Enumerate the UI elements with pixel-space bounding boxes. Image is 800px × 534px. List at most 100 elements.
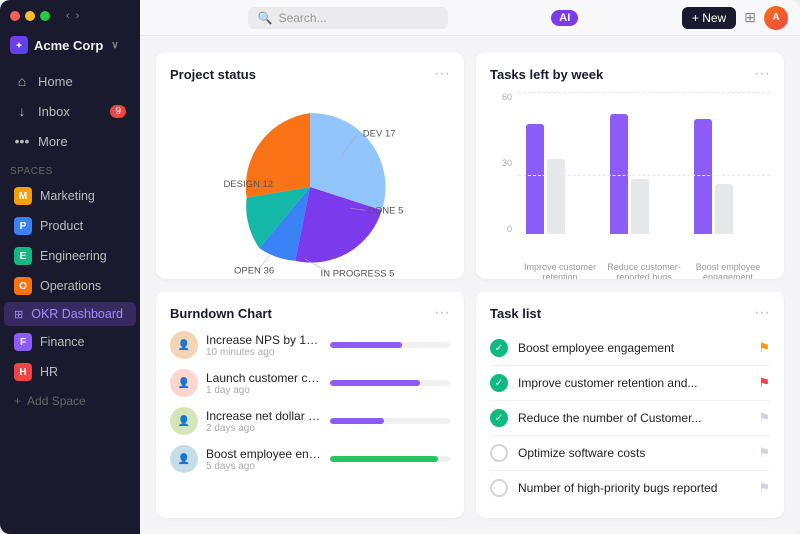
avatar[interactable]: A [764, 6, 788, 30]
flag-icon: ⚑ [758, 340, 770, 356]
card-title: Burndown Chart [170, 306, 272, 321]
card-header: Project status ··· [170, 66, 450, 82]
okr-icon: ⊞ [14, 308, 23, 321]
burndown-time: 2 days ago [206, 423, 322, 434]
task-item: ✓ Improve customer retention and... ⚑ [490, 366, 770, 401]
sidebar-item-marketing[interactable]: M Marketing [4, 182, 136, 210]
sidebar-item-engineering[interactable]: E Engineering [4, 242, 136, 270]
task-checkbox[interactable]: ✓ [490, 409, 508, 427]
task-text: Improve customer retention and... [518, 376, 748, 390]
sidebar-item-hr[interactable]: H HR [4, 358, 136, 386]
sidebar-item-okr[interactable]: ⊞ OKR Dashboard [4, 302, 136, 326]
minimize-button[interactable] [25, 11, 35, 21]
home-icon: ⌂ [14, 73, 30, 89]
ai-badge[interactable]: AI [551, 10, 578, 26]
tasks-by-week-card: Tasks left by week ··· 60 30 0 [476, 52, 784, 279]
sidebar-item-finance[interactable]: F Finance [4, 328, 136, 356]
bar-gray [631, 179, 649, 234]
card-more-button[interactable]: ··· [434, 66, 450, 82]
pie-svg: DEV 17 DONE 5 IN PROGRESS 5 OPEN 36 DESI… [170, 92, 450, 279]
y-label: 60 [490, 92, 512, 102]
maximize-button[interactable] [40, 11, 50, 21]
close-button[interactable] [10, 11, 20, 21]
space-icon-product: P [14, 217, 32, 235]
project-status-card: Project status ··· DEV 17 [156, 52, 464, 279]
chevron-down-icon: ∨ [111, 40, 118, 51]
burndown-bar-container [330, 342, 450, 348]
card-more-button[interactable]: ··· [434, 305, 450, 321]
search-bar[interactable]: 🔍 Search... [248, 7, 448, 29]
task-checkbox[interactable]: ✓ [490, 374, 508, 392]
burndown-info: Increase net dollar retention 2 days ago [206, 409, 322, 434]
bar-group-1 [518, 124, 602, 234]
pie-label-dev: DEV 17 [363, 128, 396, 139]
bar-group-2 [602, 114, 686, 234]
card-header: Tasks left by week ··· [490, 66, 770, 82]
topbar-right: + New ⊞ A [682, 6, 788, 30]
space-icon-engineering: E [14, 247, 32, 265]
card-header: Task list ··· [490, 305, 770, 321]
bar-purple [694, 119, 712, 234]
y-label: 0 [490, 224, 512, 234]
nav-arrows: ‹ › [64, 10, 81, 22]
task-checkbox[interactable]: ✓ [490, 339, 508, 357]
burndown-bar-container [330, 418, 450, 424]
new-button[interactable]: + New [682, 7, 736, 29]
burndown-info: Launch customer community 1 day ago [206, 371, 322, 396]
bar-gray [715, 184, 733, 234]
grid-line [518, 175, 770, 176]
more-icon: ••• [14, 133, 30, 149]
forward-button[interactable]: › [74, 10, 82, 22]
avatar: 👤 [170, 407, 198, 435]
card-more-button[interactable]: ··· [754, 305, 770, 321]
space-label: OKR Dashboard [31, 307, 123, 321]
task-text: Number of high-priority bugs reported [518, 481, 748, 495]
workspace-label: Acme Corp [34, 38, 103, 53]
task-checkbox[interactable] [490, 444, 508, 462]
back-button[interactable]: ‹ [64, 10, 72, 22]
dashboard: Project status ··· DEV 17 [140, 36, 800, 534]
inbox-icon: ↓ [14, 103, 30, 119]
space-label: Operations [40, 279, 101, 293]
sidebar-item-operations[interactable]: O Operations [4, 272, 136, 300]
space-label: Finance [40, 335, 84, 349]
y-label: 30 [490, 158, 512, 168]
sidebar-item-label: Home [38, 74, 73, 89]
add-space-label: Add Space [27, 394, 86, 408]
bar-gray [547, 159, 565, 234]
grid-icon[interactable]: ⊞ [744, 9, 756, 26]
sidebar-item-label: Inbox [38, 104, 70, 119]
avatar: 👤 [170, 445, 198, 473]
avatar: 👤 [170, 331, 198, 359]
flag-icon: ⚑ [758, 375, 770, 391]
bar-group-3 [686, 119, 770, 234]
burndown-list: 👤 Increase NPS by 10 bps 10 minutes ago … [170, 331, 450, 473]
task-text: Reduce the number of Customer... [518, 411, 748, 425]
sidebar-item-inbox[interactable]: ↓ Inbox 9 [4, 97, 136, 125]
x-label-3: Boost employeeengagement [686, 258, 770, 279]
task-text: Boost employee engagement [518, 341, 748, 355]
pie-label-inprogress: IN PROGRESS 5 [321, 269, 395, 279]
titlebar: ‹ › [0, 0, 140, 30]
burndown-bar [330, 456, 438, 462]
space-icon-finance: F [14, 333, 32, 351]
topbar: 🔍 Search... AI + New ⊞ A [140, 0, 800, 36]
space-label: HR [40, 365, 58, 379]
card-title: Project status [170, 67, 256, 82]
workspace-switcher[interactable]: ✦ Acme Corp ∨ [0, 30, 140, 66]
card-more-button[interactable]: ··· [754, 66, 770, 82]
sidebar-item-product[interactable]: P Product [4, 212, 136, 240]
burndown-info: Boost employee engagement 5 days ago [206, 447, 322, 472]
burndown-time: 1 day ago [206, 385, 322, 396]
task-checkbox[interactable] [490, 479, 508, 497]
task-item: ✓ Reduce the number of Customer... ⚑ [490, 401, 770, 436]
workspace-icon: ✦ [10, 36, 28, 54]
x-labels: Improve customerretention Reduce custome… [490, 258, 770, 279]
x-label-1: Improve customerretention [518, 258, 602, 279]
add-space-button[interactable]: + Add Space [4, 389, 136, 413]
pie-label-open: OPEN 36 [234, 266, 274, 277]
sidebar-item-home[interactable]: ⌂ Home [4, 67, 136, 95]
task-text: Optimize software costs [518, 446, 748, 460]
sidebar-item-more[interactable]: ••• More [4, 127, 136, 155]
burndown-item: 👤 Increase NPS by 10 bps 10 minutes ago [170, 331, 450, 359]
